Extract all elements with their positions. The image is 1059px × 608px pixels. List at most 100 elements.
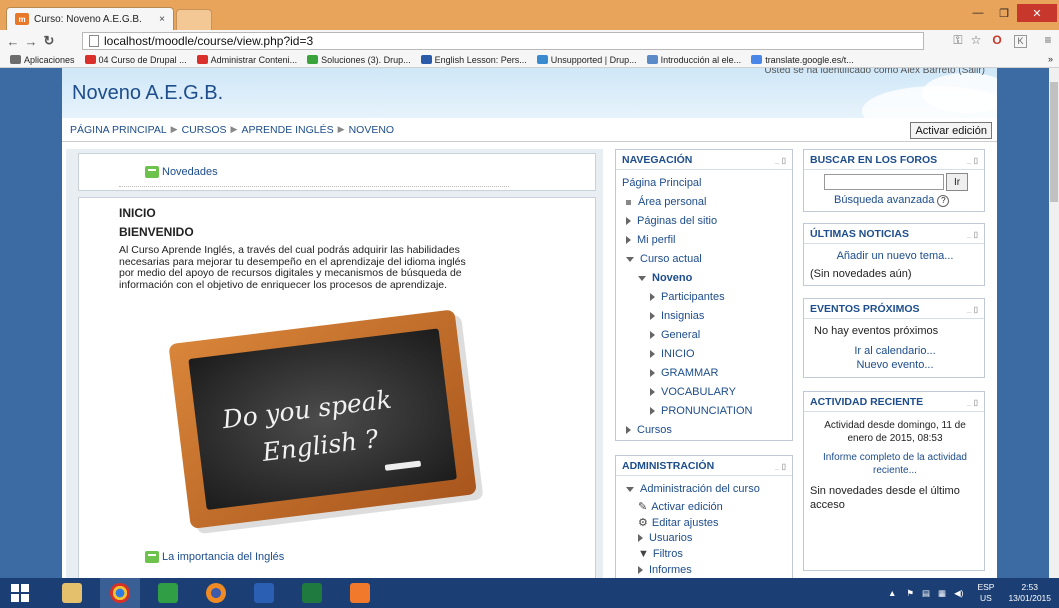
activity-news[interactable]: Novedades [145,166,218,179]
breadcrumb-courses[interactable]: CURSOS [182,124,227,136]
admin-users[interactable]: Usuarios [638,532,692,544]
nav-item-badges[interactable]: Insignias [650,310,704,322]
menu-icon[interactable]: ≡ [1040,33,1056,49]
key-icon[interactable]: ⚿ [950,33,966,49]
nav-item-general[interactable]: General [650,329,700,341]
turn-editing-on-button[interactable]: Activar edición [910,122,992,139]
news-forum-link[interactable]: Novedades [162,166,218,178]
browser-tab[interactable]: m Curso: Noveno A.E.G.B. × [6,7,174,30]
address-bar[interactable]: localhost/moodle/course/view.php?id=3 [82,32,924,50]
taskbar-chrome[interactable] [100,578,140,608]
nav-item-pronunciation[interactable]: PRONUNCIATION [650,405,752,417]
advanced-search[interactable]: Búsqueda avanzada ? [834,194,950,207]
nav-item-courses[interactable]: Cursos [626,424,672,436]
block-controls-icon[interactable]: _ ▯ [775,156,786,165]
start-button[interactable] [0,578,40,608]
volume-icon[interactable]: ◀) [954,588,963,599]
taskbar-store[interactable] [148,578,188,608]
nav-item-dashboard[interactable]: Área personal [626,196,707,208]
scrollbar-thumb[interactable] [1050,82,1058,202]
block-controls-icon[interactable]: _ ▯ [967,305,978,314]
taskbar-firefox[interactable] [196,578,236,608]
nav-item-current-course[interactable]: Curso actual [626,253,702,265]
close-window-icon[interactable]: ✕ [1017,4,1057,22]
breadcrumb-category[interactable]: APRENDE INGLÉS [241,124,333,136]
nav-item-site-pages[interactable]: Páginas del sitio [626,215,717,227]
full-report-link[interactable]: Informe completo de la actividad recient… [804,451,986,477]
maximize-icon[interactable]: ❐ [991,4,1017,22]
admin-reports[interactable]: Informes [638,564,692,576]
star-icon[interactable]: ☆ [968,33,984,49]
nav-item-inicio[interactable]: INICIO [650,348,695,360]
search-go-button[interactable]: Ir [946,173,968,191]
taskbar-word[interactable] [244,578,284,608]
nav-item-noveno[interactable]: Noveno [638,272,692,284]
search-forums-input[interactable] [824,174,944,190]
recent-activity-header[interactable]: ACTIVIDAD RECIENTE _ ▯ [804,392,984,412]
upcoming-events-header[interactable]: EVENTOS PRÓXIMOS _ ▯ [804,299,984,319]
tray-arrow-icon[interactable]: ▲ [888,588,896,598]
bookmark-item[interactable]: Soluciones (3). Drup... [307,55,411,65]
bookmark-item[interactable]: English Lesson: Pers... [420,55,527,65]
breadcrumb-home[interactable]: PÁGINA PRINCIPAL [70,124,167,136]
site-title[interactable]: Noveno A.E.G.B. [72,82,223,105]
no-recent-line: Sin novedades desde el último [810,485,960,497]
expand-arrow-icon [650,350,655,359]
minimize-icon[interactable]: — [965,4,991,22]
administration-block-header[interactable]: ADMINISTRACIÓN _ ▯ [616,456,792,476]
left-margin [0,68,62,578]
nav-item-profile[interactable]: Mi perfil [626,234,676,246]
bookmark-item[interactable]: Introducción al ele... [646,55,741,65]
admin-filters[interactable]: ▼ Filtros [638,548,683,560]
page-scrollbar[interactable] [1049,68,1059,578]
search-forums-header[interactable]: BUSCAR EN LOS FOROS _ ▯ [804,150,984,170]
block-controls-icon[interactable]: _ ▯ [775,462,786,471]
site-header: Noveno A.E.G.B. Usted se ha identificado… [62,68,997,118]
add-new-topic-link[interactable]: Añadir un nuevo tema... [804,250,986,262]
help-icon[interactable]: ? [937,195,950,207]
breadcrumb-course[interactable]: NOVENO [349,124,395,136]
bookmark-item[interactable]: Unsupported | Drup... [536,55,637,65]
forum-icon [145,551,159,564]
nav-item-participants[interactable]: Participantes [650,291,725,303]
opera-extension-icon[interactable]: O [989,33,1005,49]
taskbar-xampp[interactable] [340,578,380,608]
reload-icon[interactable]: ↻ [40,33,58,49]
clock[interactable]: 2:53 13/01/2015 [1008,582,1051,604]
nav-item-grammar[interactable]: GRAMMAR [650,367,718,379]
taskbar-excel[interactable] [292,578,332,608]
keyboard-icon[interactable]: ▦ [938,588,946,599]
taskbar-file-explorer[interactable] [52,578,92,608]
importance-forum-link[interactable]: La importancia del Inglés [162,551,284,563]
block-controls-icon[interactable]: _ ▯ [967,398,978,407]
back-arrow-icon[interactable]: ← [4,34,22,49]
language-indicator[interactable]: ESP US [977,582,994,604]
bookmark-item[interactable]: Administrar Conteni... [196,55,297,65]
description-line: por medio del apoyo de recursos digitale… [119,267,462,279]
flag-icon[interactable]: ⚑ [906,588,914,599]
nav-item-home[interactable]: Página Principal [622,177,702,189]
block-controls-icon[interactable]: _ ▯ [967,230,978,239]
bookmark-item[interactable]: Aplicaciones [10,55,75,65]
admin-edit-settings[interactable]: ⚙ Editar ajustes [638,516,719,529]
advanced-search-link[interactable]: Búsqueda avanzada [834,194,934,206]
expand-arrow-icon [626,236,631,245]
admin-turn-editing-on[interactable]: ✎ Activar edición [638,500,723,513]
bookmarks-overflow-icon[interactable]: » [1048,54,1053,64]
bookmark-item[interactable]: 04 Curso de Drupal ... [84,55,187,65]
nav-item-vocabulary[interactable]: VOCABULARY [650,386,736,398]
navigation-block-header[interactable]: NAVEGACIÓN _ ▯ [616,150,792,170]
admin-course-administration[interactable]: Administración del curso [626,483,760,495]
network-icon[interactable]: ▤ [922,588,930,599]
tab-close-icon[interactable]: × [159,14,165,25]
new-tab-button[interactable] [176,9,212,30]
new-event-link[interactable]: Nuevo evento... [804,359,986,371]
latest-news-header[interactable]: ÚLTIMAS NOTICIAS _ ▯ [804,224,984,244]
expand-arrow-icon [626,217,631,226]
block-controls-icon[interactable]: _ ▯ [967,156,978,165]
forward-arrow-icon[interactable]: → [22,34,40,49]
go-to-calendar-link[interactable]: Ir al calendario... [804,345,986,357]
activity-importance[interactable]: La importancia del Inglés [145,551,284,564]
k-extension-icon[interactable]: K [1014,35,1027,48]
bookmark-item[interactable]: translate.google.es/t... [751,55,854,65]
